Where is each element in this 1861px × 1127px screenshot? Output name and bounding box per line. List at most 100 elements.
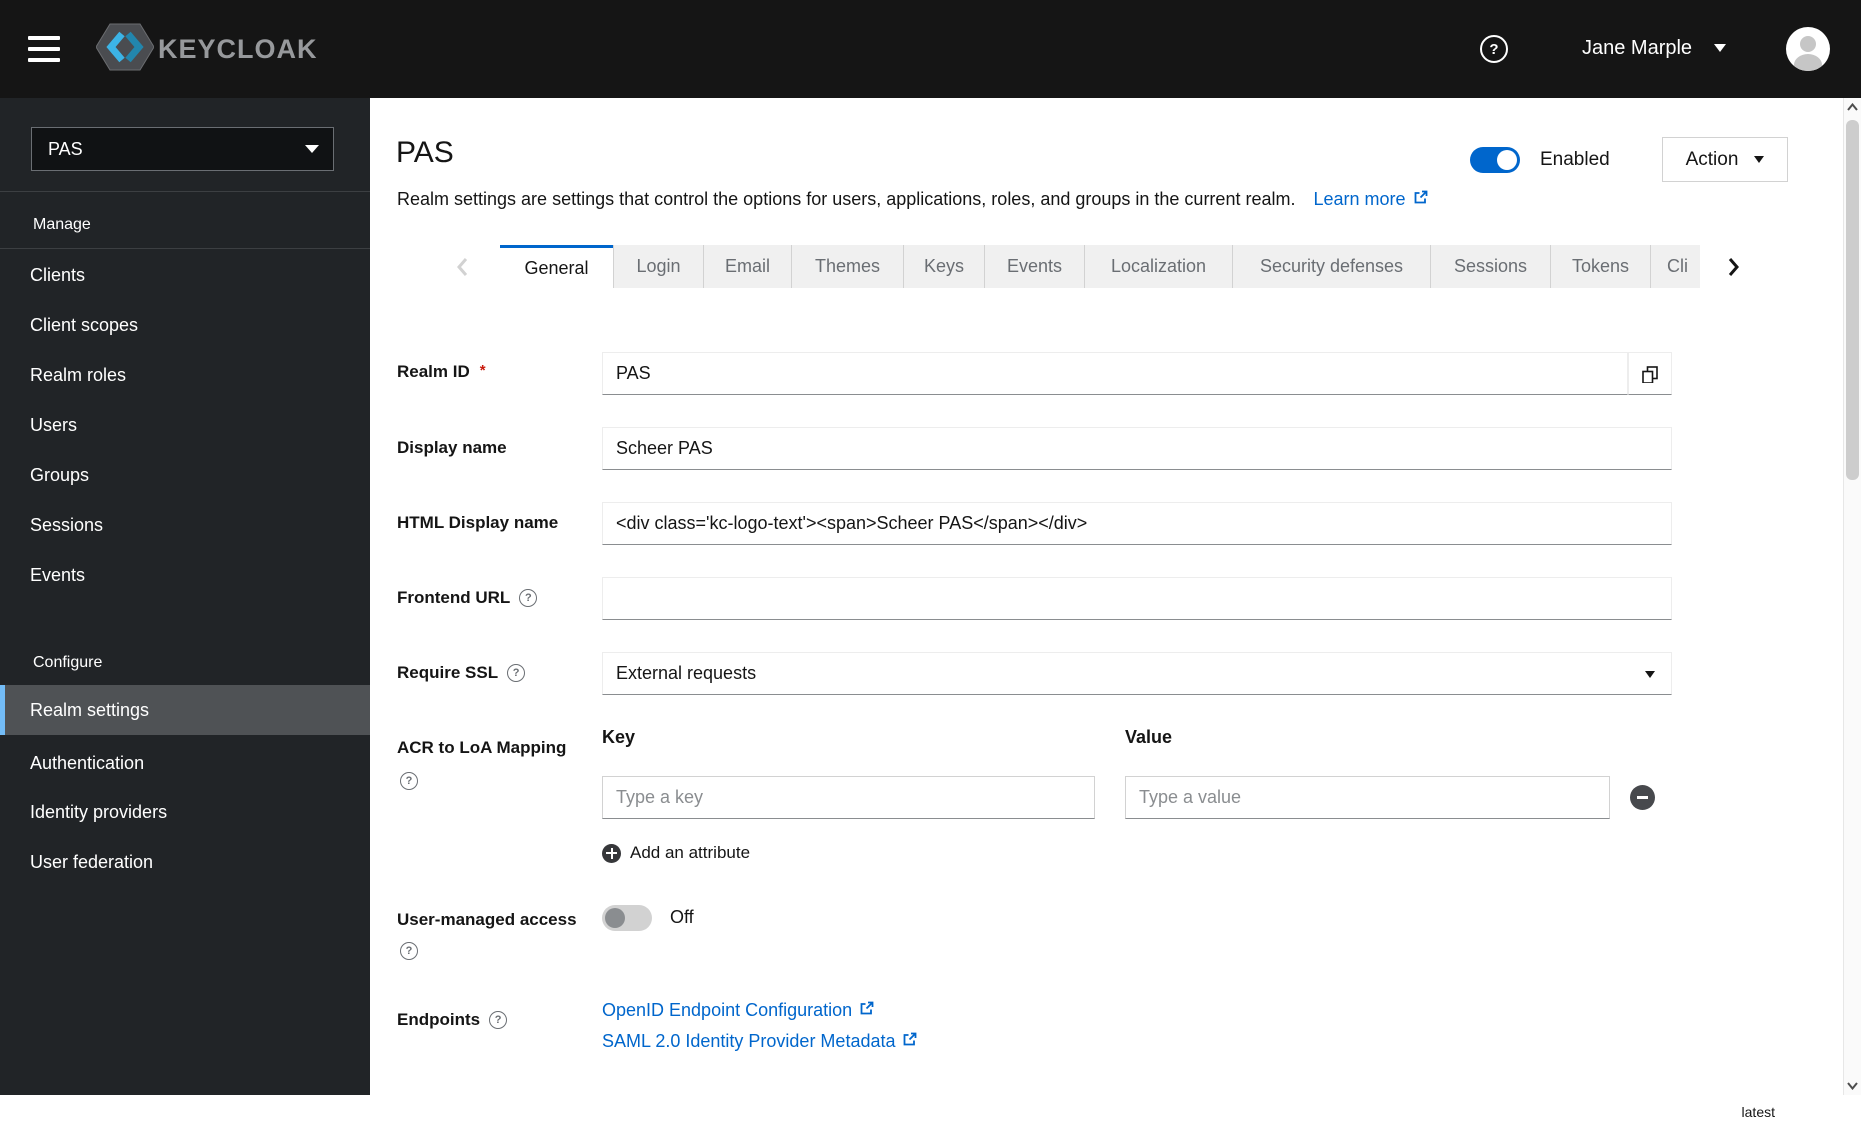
chevron-right-icon [1728,257,1739,276]
display-name-input[interactable] [602,427,1672,470]
sidebar-item-client-scopes[interactable]: Client scopes [0,300,370,350]
divider [0,248,370,249]
scrollbar-thumb[interactable] [1846,120,1859,480]
scroll-up-arrow-icon[interactable] [1844,98,1861,116]
help-circle-icon[interactable]: ? [400,772,418,790]
openid-endpoint-label: OpenID Endpoint Configuration [602,1000,853,1020]
divider [0,191,370,192]
masthead: KEYCLOAK ? Jane Marple [0,0,1861,98]
tab-tokens[interactable]: Tokens [1551,245,1651,288]
external-link-icon [1413,189,1429,210]
chevron-down-icon [305,145,319,153]
require-ssl-value: External requests [616,663,757,683]
help-circle-icon[interactable]: ? [400,942,418,960]
sidebar-item-user-federation[interactable]: User federation [0,837,370,887]
keycloak-admin-console: KEYCLOAK ? Jane Marple PAS Manage Client… [0,0,1861,1127]
tab-email[interactable]: Email [704,245,792,288]
plus-circle-icon [602,843,621,863]
sidebar: PAS Manage Clients Client scopes Realm r… [0,98,370,1095]
sidebar-item-authentication[interactable]: Authentication [0,738,370,788]
user-managed-access-state: Off [670,907,694,927]
tab-general[interactable]: General [500,245,613,288]
action-dropdown-button[interactable]: Action [1662,137,1788,182]
display-name-label-row: Display name [397,436,507,460]
require-ssl-label: Require SSL [397,663,499,682]
html-display-name-input[interactable] [602,502,1672,545]
vertical-scrollbar[interactable] [1843,98,1861,1095]
scroll-down-arrow-icon[interactable] [1844,1077,1861,1095]
learn-more-link[interactable]: Learn more [1313,189,1428,210]
external-link-icon [902,1031,918,1052]
sidebar-item-realm-settings[interactable]: Realm settings [0,685,370,735]
tab-themes[interactable]: Themes [792,245,904,288]
html-display-name-label-row: HTML Display name [397,511,558,535]
acr-key-input[interactable] [602,776,1095,819]
enabled-label: Enabled [1540,149,1610,170]
user-managed-access-label: User-managed access [397,910,577,929]
acr-value-header: Value [1125,727,1173,747]
tab-keys[interactable]: Keys [904,245,985,288]
openid-endpoint-link[interactable]: OpenID Endpoint Configuration [602,1000,875,1021]
sidebar-item-groups[interactable]: Groups [0,450,370,500]
copy-button[interactable] [1628,352,1672,395]
chevron-down-icon [1645,671,1655,678]
help-circle-icon[interactable]: ? [489,1011,508,1029]
display-name-label: Display name [397,438,507,457]
minus-circle-icon [1637,796,1648,799]
tab-localization[interactable]: Localization [1085,245,1233,288]
html-display-name-label: HTML Display name [397,513,559,532]
tabs-scroll-right-button[interactable] [1716,245,1752,288]
acr-key-header: Key [602,727,636,747]
user-menu[interactable]: Jane Marple [1582,34,1727,62]
help-icon[interactable]: ? [1480,35,1508,63]
chevron-down-icon [1754,156,1765,163]
hamburger-menu-icon[interactable] [28,34,64,64]
avatar[interactable] [1786,27,1830,71]
tab-login[interactable]: Login [613,245,704,288]
keycloak-logo[interactable]: KEYCLOAK [95,23,318,75]
version-label: latest [1741,1104,1775,1120]
tabs-scroll-left-button[interactable] [444,245,480,288]
page-description-row: Realm settings are settings that control… [397,189,1429,210]
page-description: Realm settings are settings that control… [397,189,1296,209]
add-attribute-label: Add an attribute [630,843,751,862]
require-ssl-select[interactable]: External requests [602,652,1672,695]
user-name: Jane Marple [1582,36,1693,59]
acr-value-input[interactable] [1125,776,1610,819]
help-circle-icon[interactable]: ? [507,664,526,682]
sidebar-item-realm-roles[interactable]: Realm roles [0,350,370,400]
remove-attribute-button[interactable] [1630,785,1655,810]
sidebar-item-users[interactable]: Users [0,400,370,450]
sidebar-item-sessions[interactable]: Sessions [0,500,370,550]
tab-client-policies-clipped[interactable]: Cli [1651,245,1700,288]
enabled-toggle[interactable] [1470,147,1520,173]
tab-security-defenses[interactable]: Security defenses [1233,245,1431,288]
realm-id-input[interactable] [602,352,1628,395]
frontend-url-input[interactable] [602,577,1672,620]
sidebar-item-clients[interactable]: Clients [0,250,370,300]
saml-metadata-link[interactable]: SAML 2.0 Identity Provider Metadata [602,1031,918,1052]
sidebar-item-events[interactable]: Events [0,550,370,600]
realm-selector-value: PAS [48,138,83,159]
learn-more-label: Learn more [1313,189,1406,209]
user-managed-access-toggle[interactable] [602,905,652,931]
action-label: Action [1685,148,1739,170]
help-circle-icon[interactable]: ? [519,589,538,607]
page-title: PAS [396,136,454,169]
status-bar: latest [0,1095,1861,1127]
tab-sessions[interactable]: Sessions [1431,245,1551,288]
add-attribute-button[interactable]: Add an attribute [602,842,750,864]
endpoints-label: Endpoints [397,1010,481,1029]
realm-selector[interactable]: PAS [31,127,334,171]
sidebar-item-identity-providers[interactable]: Identity providers [0,787,370,837]
acr-mapping-label: ACR to LoA Mapping [397,738,567,757]
require-ssl-label-row: Require SSL ? [397,661,526,685]
realm-id-label-row: Realm ID * [397,360,486,384]
saml-metadata-label: SAML 2.0 Identity Provider Metadata [602,1031,896,1051]
brand-text: KEYCLOAK [158,33,318,64]
chevron-left-icon [457,257,468,276]
nav-group-configure: Configure [33,654,103,671]
tab-events[interactable]: Events [985,245,1085,288]
frontend-url-label: Frontend URL [397,588,511,607]
chevron-down-icon [1714,44,1727,52]
